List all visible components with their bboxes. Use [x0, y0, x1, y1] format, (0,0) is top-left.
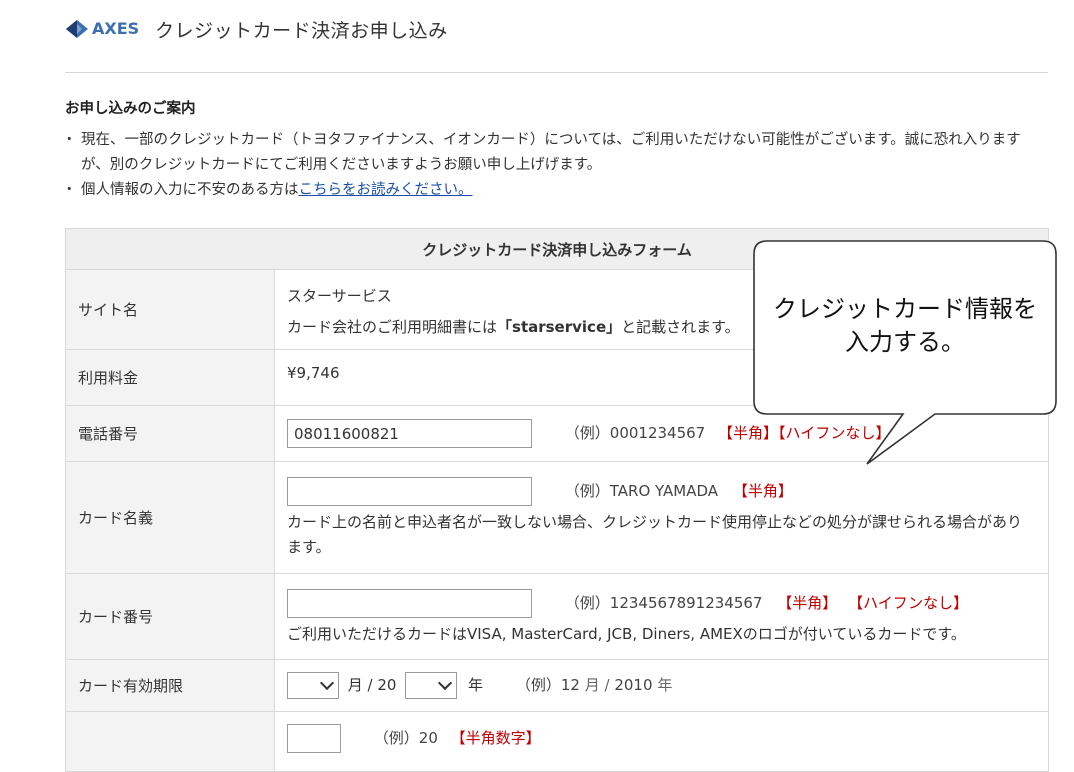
phone-input[interactable] — [287, 419, 532, 448]
phone-label: 電話番号 — [65, 405, 275, 462]
security-code-input[interactable] — [287, 724, 341, 753]
security-code-cell: （例）20 【半角数字】 — [274, 711, 1049, 772]
expiry-month-select[interactable] — [287, 672, 339, 699]
chevron-down-icon — [319, 675, 335, 691]
expiry-example-year: 2010 — [614, 676, 653, 694]
card-number-input[interactable] — [287, 588, 532, 618]
expiry-example-month: （例）12 — [515, 676, 580, 694]
expiry-example-month-unit: 月 — [584, 676, 600, 694]
card-name-note: カード上の名前と申込者名が一致しない場合、クレジットカード使用停止などの処分が課… — [287, 513, 1023, 556]
expiry-example-slash: / — [604, 676, 610, 694]
diamond-logo-icon — [66, 20, 88, 38]
security-code-label — [65, 711, 275, 772]
callout-line-1: クレジットカード情報を — [773, 295, 1037, 323]
card-number-halfwidth-tag: 【半角】 — [777, 593, 838, 612]
guide-title: お申し込みのご案内 — [65, 101, 196, 117]
guide-item: 個人情報の入力に不安のある方はこちらをお読みください。 — [62, 178, 1045, 203]
security-code-example: （例）20 — [373, 729, 438, 747]
axes-logo: AXES — [65, 19, 139, 39]
card-number-note: ご利用いただけるカードはVISA, MasterCard, JCB, Diner… — [287, 624, 966, 643]
card-number-nohyphen-tag: 【ハイフンなし】 — [848, 593, 969, 612]
expiry-month-unit: 月 / 20 — [347, 676, 397, 694]
callout-line-2: 入力する。 — [845, 328, 965, 356]
card-number-label: カード番号 — [65, 573, 275, 660]
privacy-info-link[interactable]: こちらをお読みください。 — [299, 182, 473, 198]
header: AXES クレジットカード決済お申し込み — [65, 14, 448, 44]
guide-item: 現在、一部のクレジットカード（トヨタファイナンス、イオンカード）については、ご利… — [62, 128, 1045, 178]
card-number-cell: （例）1234567891234567 【半角】 【ハイフンなし】 ご利用いただ… — [274, 573, 1049, 660]
expiry-cell: 月 / 20 年 （例）12 月 / 2010 年 — [274, 659, 1049, 712]
guide-item-text: 個人情報の入力に不安のある方は — [81, 182, 299, 198]
fee-label: 利用料金 — [65, 349, 275, 406]
phone-example: （例）0001234567 — [564, 424, 706, 442]
statement-note-pre: カード会社のご利用明細書には — [287, 317, 498, 336]
expiry-example-year-unit: 年 — [657, 676, 673, 694]
callout-text: クレジットカード情報を 入力する。 — [753, 293, 1057, 359]
site-name-label: サイト名 — [65, 269, 275, 350]
security-code-tag: 【半角数字】 — [450, 729, 541, 747]
logo-text: AXES — [92, 19, 140, 38]
chevron-down-icon — [438, 675, 453, 691]
card-name-example: （例）TARO YAMADA — [564, 482, 719, 500]
statement-note-post: と記載されます。 — [621, 317, 740, 336]
guide-item-text: 現在、一部のクレジットカード（トヨタファイナンス、イオンカード）については、ご利… — [81, 132, 1021, 173]
expiry-year-select[interactable] — [405, 672, 458, 699]
card-name-label: カード名義 — [65, 461, 275, 574]
card-name-halfwidth-tag: 【半角】 — [732, 482, 793, 500]
header-divider — [65, 72, 1048, 73]
card-name-input[interactable] — [287, 477, 532, 506]
expiry-year-unit: 年 — [468, 676, 484, 694]
statement-name: 「starservice」 — [497, 317, 622, 336]
expiry-example: （例）12 月 / 2010 年 — [516, 676, 673, 694]
expiry-label: カード有効期限 — [65, 659, 275, 712]
card-name-cell: （例）TARO YAMADA 【半角】 カード上の名前と申込者名が一致しない場合… — [274, 461, 1049, 574]
card-number-example: （例）1234567891234567 — [564, 593, 763, 612]
page-title: クレジットカード決済お申し込み — [155, 19, 448, 42]
guide-list: 現在、一部のクレジットカード（トヨタファイナンス、イオンカード）については、ご利… — [62, 128, 1045, 203]
